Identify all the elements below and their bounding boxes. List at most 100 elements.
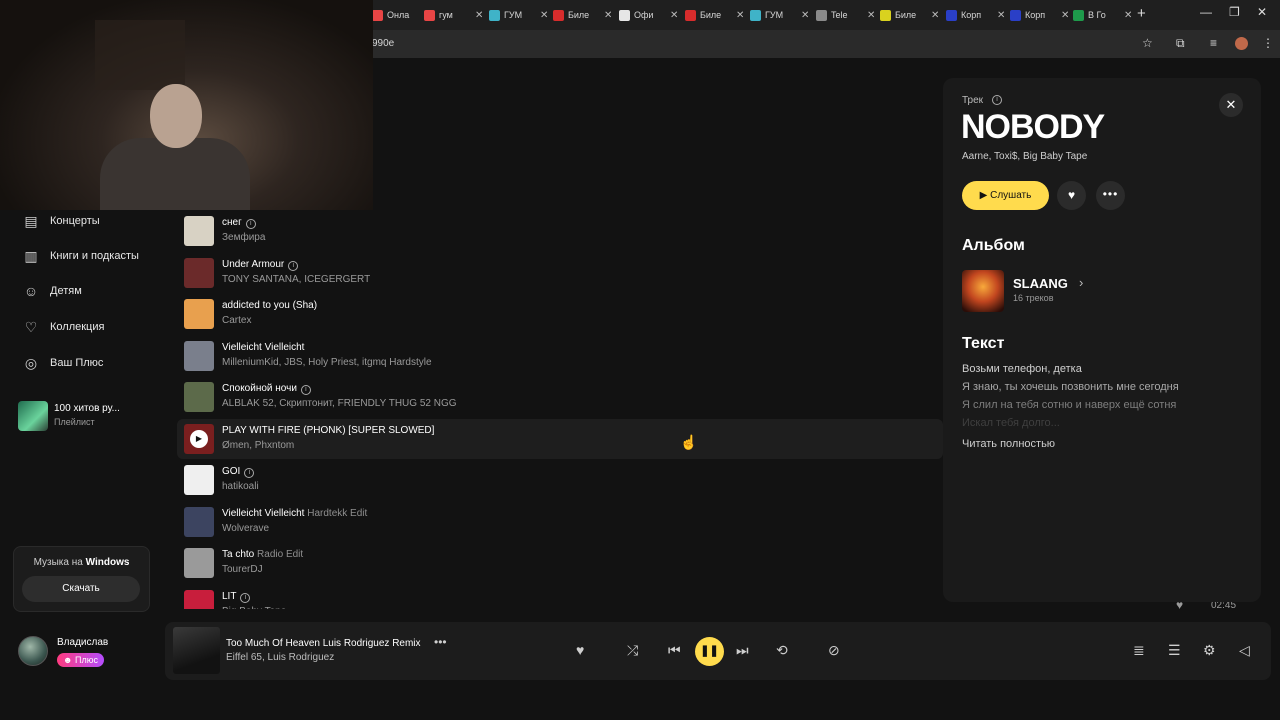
pause-button[interactable]: ❚❚ [695, 637, 724, 666]
track-title-line[interactable]: addicted to you (Sha) [222, 300, 317, 311]
queue-icon[interactable]: ☰ [1168, 642, 1181, 659]
track-title[interactable]: Vielleicht Vielleicht [222, 342, 304, 353]
track-cover[interactable] [184, 465, 214, 495]
info-icon[interactable]: i [992, 95, 1002, 105]
album-cover[interactable] [962, 270, 1004, 312]
track-title[interactable]: PLAY WITH FIRE (PHONK) [SUPER SLOWED] [222, 425, 434, 436]
track-cover[interactable] [184, 382, 214, 412]
track-title-line[interactable]: Ta chto Radio Edit [222, 549, 303, 560]
now-playing-artist[interactable]: Eiffel 65, Luis Rodriguez [226, 652, 334, 663]
more-options-button[interactable]: ••• [1096, 181, 1125, 210]
close-tab-icon[interactable]: ✕ [801, 10, 809, 21]
browser-profile-avatar[interactable] [1235, 37, 1248, 50]
sidebar-playlist[interactable] [18, 401, 48, 431]
url-text[interactable]: 990e [372, 38, 394, 49]
close-tab-icon[interactable]: ✕ [997, 10, 1005, 21]
track-row[interactable]: LIT i Big Baby Tape [177, 585, 943, 609]
bookmark-star-icon[interactable]: ☆ [1142, 36, 1153, 50]
browser-tab[interactable]: гум ✕ [424, 6, 483, 24]
track-title[interactable]: Спокойной ночи [222, 383, 297, 394]
close-window-icon[interactable]: ✕ [1257, 5, 1267, 19]
previous-track-icon[interactable]: ⏮ [668, 642, 681, 659]
track-row[interactable]: снег i Земфира [177, 211, 943, 251]
lyrics-icon[interactable]: ≣ [1133, 642, 1145, 659]
track-artist[interactable]: Земфира [222, 232, 265, 243]
browser-tab[interactable]: Биле ✕ [685, 6, 744, 24]
sidebar-item[interactable]: ♡ Коллекция [22, 318, 105, 336]
album-name[interactable]: SLAANG [1013, 276, 1068, 291]
browser-tab[interactable]: Корп ✕ [1010, 6, 1069, 24]
tab-title[interactable]: ГУМ [504, 10, 532, 20]
track-cover[interactable] [184, 257, 214, 288]
media-controls-icon[interactable]: ≡ [1210, 36, 1217, 50]
track-row[interactable]: Under Armour i TONY SANTANA, ICEGERGERT [177, 253, 943, 293]
track-title[interactable]: снег [222, 217, 242, 228]
track-row[interactable]: GOI i hatikoali [177, 460, 943, 500]
next-track-icon[interactable]: ⏭ [736, 642, 749, 659]
sidebar-item[interactable]: ◎ Ваш Плюс [22, 354, 104, 372]
browser-tab[interactable]: Tele ✕ [816, 6, 875, 24]
restore-icon[interactable]: ❐ [1229, 5, 1240, 19]
sidebar-item[interactable]: ▤ Концерты [22, 212, 99, 230]
track-title-line[interactable]: Спокойной ночи i [222, 383, 311, 395]
play-icon[interactable]: ▶ [190, 429, 208, 448]
now-playing-title[interactable]: Too Much Of Heaven Luis Rodriguez Remix [226, 638, 421, 649]
track-cover[interactable] [184, 340, 214, 371]
download-button[interactable]: Скачать [22, 576, 140, 602]
tab-title[interactable]: Корп [1025, 10, 1053, 20]
now-playing-more-icon[interactable]: ••• [434, 635, 447, 649]
browser-menu-icon[interactable]: ⋮ [1262, 36, 1274, 50]
new-tab-button[interactable]: + [1137, 5, 1146, 22]
like-button[interactable]: ♥ [1057, 181, 1086, 210]
browser-tab[interactable]: В Го ✕ [1073, 6, 1132, 24]
now-playing-cover[interactable] [173, 627, 220, 674]
tab-title[interactable]: Биле [700, 10, 728, 20]
tab-title[interactable]: ГУМ [765, 10, 793, 20]
tab-title[interactable]: Tele [831, 10, 859, 20]
track-title[interactable]: Ta chto [222, 549, 254, 560]
close-panel-button[interactable]: ✕ [1219, 93, 1243, 117]
track-row[interactable]: Спокойной ночи i ALBLAK 52, Скриптонит, FR… [177, 377, 943, 417]
track-title-line[interactable]: Vielleicht Vielleicht Hardtekk Edit [222, 508, 367, 519]
close-tab-icon[interactable]: ✕ [867, 10, 875, 21]
like-icon[interactable]: ♥ [576, 642, 584, 658]
track-title-line[interactable]: LIT i [222, 591, 251, 603]
track-artist[interactable]: hatikoali [222, 481, 259, 492]
close-tab-icon[interactable]: ✕ [670, 10, 678, 21]
listen-button[interactable]: ▶ Слушать [962, 181, 1049, 210]
settings-sliders-icon[interactable]: ⚙ [1203, 642, 1216, 659]
tab-title[interactable]: Биле [895, 10, 923, 20]
close-tab-icon[interactable]: ✕ [736, 10, 744, 21]
playlist-title[interactable]: 100 хитов ру... [54, 403, 120, 414]
close-tab-icon[interactable]: ✕ [604, 10, 612, 21]
browser-tab[interactable]: ГУМ ✕ [489, 6, 548, 24]
track-row[interactable]: ▶ PLAY WITH FIRE (PHONK) [SUPER SLOWED] Øm… [177, 418, 943, 459]
extensions-icon[interactable]: ⧉ [1176, 36, 1185, 51]
tab-title[interactable]: В Го [1088, 10, 1116, 20]
track-cover[interactable] [184, 299, 214, 329]
track-artist[interactable]: Wolverave [222, 523, 269, 534]
tab-title[interactable]: Онла [387, 10, 415, 20]
track-title[interactable]: addicted to you (Sha) [222, 300, 317, 311]
tab-title[interactable]: Корп [961, 10, 989, 20]
close-tab-icon[interactable]: ✕ [1061, 10, 1069, 21]
minimize-icon[interactable]: — [1200, 5, 1212, 19]
browser-tab[interactable]: Корп ✕ [946, 6, 1005, 24]
track-title[interactable]: Vielleicht Vielleicht [222, 508, 304, 519]
track-title-line[interactable]: PLAY WITH FIRE (PHONK) [SUPER SLOWED] [222, 425, 434, 436]
shuffle-icon[interactable]: ⤮ [627, 642, 638, 659]
track-title-line[interactable]: GOI i [222, 466, 255, 478]
user-avatar[interactable] [18, 636, 48, 666]
track-cover[interactable] [184, 506, 214, 537]
track-artists[interactable]: Aarne, Toxi$, Big Baby Tape [962, 151, 1087, 162]
close-tab-icon[interactable]: ✕ [475, 10, 483, 21]
track-title-line[interactable]: снег i [222, 217, 256, 229]
browser-tab[interactable]: Онла✕ [372, 6, 431, 24]
close-tab-icon[interactable]: ✕ [931, 10, 939, 21]
track-artist[interactable]: TourerDJ [222, 564, 263, 575]
browser-tab[interactable]: ГУМ ✕ [750, 6, 809, 24]
track-row[interactable]: addicted to you (Sha) Cartex [177, 294, 943, 334]
chevron-right-icon[interactable]: › [1079, 275, 1083, 290]
repeat-icon[interactable]: ⟲ [776, 642, 788, 659]
read-full-lyrics-link[interactable]: Читать полностью [962, 438, 1055, 450]
